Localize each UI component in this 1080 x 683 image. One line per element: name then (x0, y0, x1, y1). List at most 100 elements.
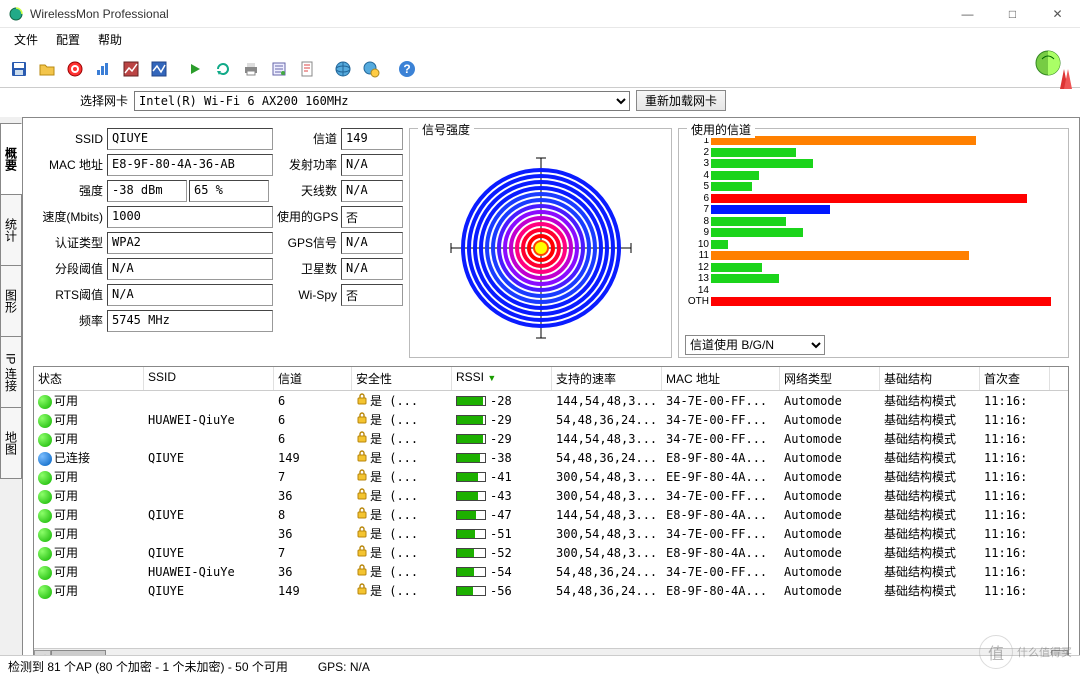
target-icon[interactable] (62, 56, 88, 82)
status-bar: 检测到 81 个AP (80 个加密 - 1 个未加密) - 50 个可用 GP… (0, 655, 1080, 677)
maximize-button[interactable]: □ (990, 0, 1035, 28)
adapter-select[interactable]: Intel(R) Wi-Fi 6 AX200 160MHz (134, 91, 630, 111)
channel-number: 4 (685, 170, 711, 181)
lock-icon (356, 450, 368, 462)
svg-text:?: ? (403, 62, 410, 76)
refresh-icon[interactable] (210, 56, 236, 82)
sort-desc-icon: ▼ (487, 373, 496, 383)
channel-number: 11 (685, 250, 711, 261)
channel-usage-panel: 使用的信道 1234567891011121314OTH 信道使用 B/G/N (678, 128, 1069, 358)
channel-number: 5 (685, 181, 711, 192)
status-ap-count: 检测到 81 个AP (80 个加密 - 1 个未加密) - 50 个可用 (8, 658, 288, 675)
globe-icon[interactable] (330, 56, 356, 82)
lock-icon (356, 412, 368, 424)
lock-icon (356, 469, 368, 481)
speed-value: 1000 (107, 206, 273, 228)
channel-bar-row: 12 (685, 262, 1062, 274)
channel-bar-row: 8 (685, 216, 1062, 228)
status-dot-icon (38, 547, 52, 561)
col-rssi[interactable]: RSSI ▼ (452, 367, 552, 390)
tab-ip[interactable]: IP 连接 (0, 336, 22, 408)
col-nettype[interactable]: 网络类型 (780, 367, 880, 390)
table-row[interactable]: 已连接QIUYE149是 (...-3854,48,36,24...E8-9F-… (34, 448, 1068, 467)
status-dot-icon (38, 471, 52, 485)
graph-blue-icon[interactable] (146, 56, 172, 82)
table-row[interactable]: 可用6是 (...-28144,54,48,3...34-7E-00-FF...… (34, 391, 1068, 410)
wispy-value: 否 (341, 284, 403, 306)
rssi-bar-icon (456, 529, 486, 539)
auth-label: 认证类型 (33, 232, 103, 254)
wispy-label: Wi-Spy (277, 284, 337, 306)
log-icon[interactable] (294, 56, 320, 82)
tab-overview[interactable]: 概要 (0, 123, 22, 195)
lock-icon (356, 545, 368, 557)
rts-value: N/A (107, 284, 273, 306)
menu-help[interactable]: 帮助 (90, 29, 130, 50)
channel-bar-row: 13 (685, 273, 1062, 285)
lock-icon (356, 583, 368, 595)
table-row[interactable]: 可用HUAWEI-QiuYe6是 (...-2954,48,36,24...34… (34, 410, 1068, 429)
table-row[interactable]: 可用QIUYE149是 (...-5654,48,36,24...E8-9F-8… (34, 581, 1068, 600)
rssi-bar-icon (456, 586, 486, 596)
strength-pct: 65 % (189, 180, 269, 202)
open-folder-icon[interactable] (34, 56, 60, 82)
col-ssid[interactable]: SSID (144, 367, 274, 390)
gear-globe-icon[interactable] (358, 56, 384, 82)
col-mac[interactable]: MAC 地址 (662, 367, 780, 390)
channel-label: 信道 (277, 128, 337, 150)
col-rate[interactable]: 支持的速率 (552, 367, 662, 390)
channel-number: 9 (685, 227, 711, 238)
tab-map[interactable]: 地图 (0, 407, 22, 479)
tab-graph[interactable]: 图形 (0, 265, 22, 337)
settings-icon[interactable] (266, 56, 292, 82)
channel-bar-row: 7 (685, 204, 1062, 216)
table-row[interactable]: 可用7是 (...-41300,54,48,3...EE-9F-80-4A...… (34, 467, 1068, 486)
details-grid: SSID QIUYE 信道 149 MAC 地址 E8-9F-80-4A-36-… (33, 128, 403, 358)
tab-stats[interactable]: 统计 (0, 194, 22, 266)
play-icon[interactable] (182, 56, 208, 82)
help-icon[interactable]: ? (394, 56, 420, 82)
minimize-button[interactable]: — (945, 0, 990, 28)
col-infra[interactable]: 基础结构 (880, 367, 980, 390)
col-lastseen[interactable]: 首次查 (980, 367, 1050, 390)
channel-mode-select[interactable]: 信道使用 B/G/N (685, 335, 825, 355)
channel-bar (711, 148, 796, 157)
table-row[interactable]: 可用HUAWEI-QiuYe36是 (...-5454,48,36,24...3… (34, 562, 1068, 581)
table-row[interactable]: 可用QIUYE7是 (...-52300,54,48,3...E8-9F-80-… (34, 543, 1068, 562)
ssid-value: QIUYE (107, 128, 273, 150)
lock-icon (356, 564, 368, 576)
antenna-value: N/A (341, 180, 403, 202)
graph-red-icon[interactable] (118, 56, 144, 82)
close-button[interactable]: ✕ (1035, 0, 1080, 28)
rssi-bar-icon (456, 415, 486, 425)
content-panel: SSID QIUYE 信道 149 MAC 地址 E8-9F-80-4A-36-… (22, 117, 1080, 677)
channel-number: 7 (685, 204, 711, 215)
col-channel[interactable]: 信道 (274, 367, 352, 390)
gps-label: 使用的GPS (277, 206, 337, 228)
menu-file[interactable]: 文件 (6, 29, 46, 50)
rssi-bar-icon (456, 491, 486, 501)
gpssig-value: N/A (341, 232, 403, 254)
ap-list-body[interactable]: 可用6是 (...-28144,54,48,3...34-7E-00-FF...… (34, 391, 1068, 648)
table-row[interactable]: 可用36是 (...-51300,54,48,3...34-7E-00-FF..… (34, 524, 1068, 543)
frag-value: N/A (107, 258, 273, 280)
side-tabs: 概要 统计 图形 IP 连接 地图 (0, 117, 22, 677)
col-security[interactable]: 安全性 (352, 367, 452, 390)
status-dot-icon (38, 433, 52, 447)
save-icon[interactable] (6, 56, 32, 82)
reload-adapter-button[interactable]: 重新加载网卡 (636, 90, 726, 111)
freq-value: 5745 MHz (107, 310, 273, 332)
table-row[interactable]: 可用QIUYE8是 (...-47144,54,48,3...E8-9F-80-… (34, 505, 1068, 524)
rssi-bar-icon (456, 396, 486, 406)
table-row[interactable]: 可用6是 (...-29144,54,48,3...34-7E-00-FF...… (34, 429, 1068, 448)
chart-icon[interactable] (90, 56, 116, 82)
channel-bar-row: 6 (685, 193, 1062, 205)
print-icon[interactable] (238, 56, 264, 82)
menu-config[interactable]: 配置 (48, 29, 88, 50)
txpower-label: 发射功率 (277, 154, 337, 176)
table-row[interactable]: 可用36是 (...-43300,54,48,3...34-7E-00-FF..… (34, 486, 1068, 505)
col-status[interactable]: 状态 (34, 367, 144, 390)
channel-bar-row: 9 (685, 227, 1062, 239)
rssi-bar-icon (456, 567, 486, 577)
rssi-bar-icon (456, 548, 486, 558)
